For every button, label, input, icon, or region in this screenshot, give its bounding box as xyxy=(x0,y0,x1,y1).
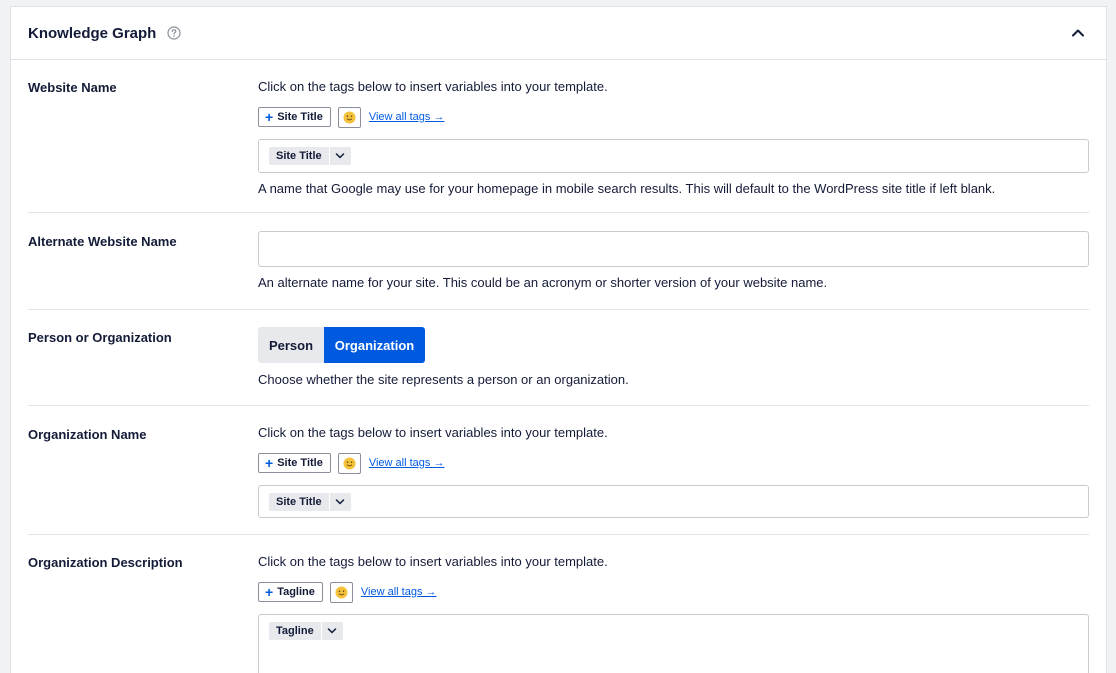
chip-label: Site Title xyxy=(276,150,322,162)
tag-button-label: Site Title xyxy=(277,457,323,469)
tag-button-label: Site Title xyxy=(277,111,323,123)
chevron-down-icon[interactable] xyxy=(328,147,351,165)
alternate-website-name-label: Alternate Website Name xyxy=(28,234,177,249)
site-title-chip[interactable]: Site Title xyxy=(269,493,351,511)
plus-icon: + xyxy=(265,455,274,471)
website-name-row: Website Name Click on the tags below to … xyxy=(28,61,1089,213)
organization-name-tag-bar: + Site Title View all tags → xyxy=(258,452,1089,474)
organization-name-row: Organization Name Click on the tags belo… xyxy=(28,406,1089,535)
website-name-description: A name that Google may use for your home… xyxy=(258,181,996,196)
insert-site-title-tag-button[interactable]: + Site Title xyxy=(258,453,331,473)
knowledge-graph-panel: Knowledge Graph Website Name Click on th… xyxy=(10,6,1107,673)
organization-name-editor[interactable]: Site Title xyxy=(258,485,1089,518)
site-title-chip[interactable]: Site Title xyxy=(269,147,351,165)
organization-description-hint: Click on the tags below to insert variab… xyxy=(258,554,608,569)
chevron-down-icon[interactable] xyxy=(320,622,343,640)
website-name-hint: Click on the tags below to insert variab… xyxy=(258,79,608,94)
organization-description-editor[interactable]: Tagline xyxy=(258,614,1089,673)
organization-name-content: Click on the tags below to insert variab… xyxy=(258,425,1089,518)
smiley-emoji-icon[interactable] xyxy=(329,581,353,603)
website-name-label: Website Name xyxy=(28,80,117,95)
panel-title: Knowledge Graph xyxy=(28,24,157,42)
organization-name-label: Organization Name xyxy=(28,427,147,442)
alternate-website-name-row: Alternate Website Name An alternate name… xyxy=(28,213,1089,310)
organization-toggle-button[interactable]: Organization xyxy=(324,327,425,363)
view-all-tags-link[interactable]: View all tags → xyxy=(369,457,445,469)
chevron-up-icon[interactable] xyxy=(1070,25,1086,41)
alternate-website-name-content: An alternate name for your site. This co… xyxy=(258,231,1089,291)
organization-description-label: Organization Description xyxy=(28,555,183,570)
person-or-organization-row: Person or Organization Person Organizati… xyxy=(28,310,1089,406)
chip-label: Site Title xyxy=(276,496,322,508)
question-circle-icon[interactable] xyxy=(167,26,181,40)
organization-name-hint: Click on the tags below to insert variab… xyxy=(258,425,608,440)
insert-tagline-tag-button[interactable]: + Tagline xyxy=(258,582,323,602)
chip-label: Tagline xyxy=(276,625,314,637)
person-organization-toggle: Person Organization xyxy=(258,327,1089,363)
person-toggle-button[interactable]: Person xyxy=(258,327,324,363)
chevron-down-icon[interactable] xyxy=(328,493,351,511)
plus-icon: + xyxy=(265,109,274,125)
view-all-tags-link[interactable]: View all tags → xyxy=(369,111,445,123)
insert-site-title-tag-button[interactable]: + Site Title xyxy=(258,107,331,127)
smiley-emoji-icon[interactable] xyxy=(337,452,361,474)
tagline-chip[interactable]: Tagline xyxy=(269,622,343,640)
organization-description-tag-bar: + Tagline View all tags → xyxy=(258,581,1089,603)
alternate-website-name-input[interactable] xyxy=(258,231,1089,267)
view-all-tags-link[interactable]: View all tags → xyxy=(361,586,437,598)
person-or-organization-content: Person Organization Choose whether the s… xyxy=(258,327,1089,388)
organization-description-content: Click on the tags below to insert variab… xyxy=(258,554,1089,673)
tag-button-label: Tagline xyxy=(277,586,315,598)
website-name-editor[interactable]: Site Title xyxy=(258,139,1089,173)
website-name-content: Click on the tags below to insert variab… xyxy=(258,79,1089,197)
person-or-organization-description: Choose whether the site represents a per… xyxy=(258,372,629,387)
smiley-emoji-icon[interactable] xyxy=(337,106,361,128)
plus-icon: + xyxy=(265,584,274,600)
person-or-organization-label: Person or Organization xyxy=(28,330,172,345)
organization-description-row: Organization Description Click on the ta… xyxy=(28,535,1089,673)
alternate-website-name-description: An alternate name for your site. This co… xyxy=(258,275,828,290)
website-name-tag-bar: + Site Title View all tags → xyxy=(258,106,1089,128)
panel-header: Knowledge Graph xyxy=(11,7,1106,60)
